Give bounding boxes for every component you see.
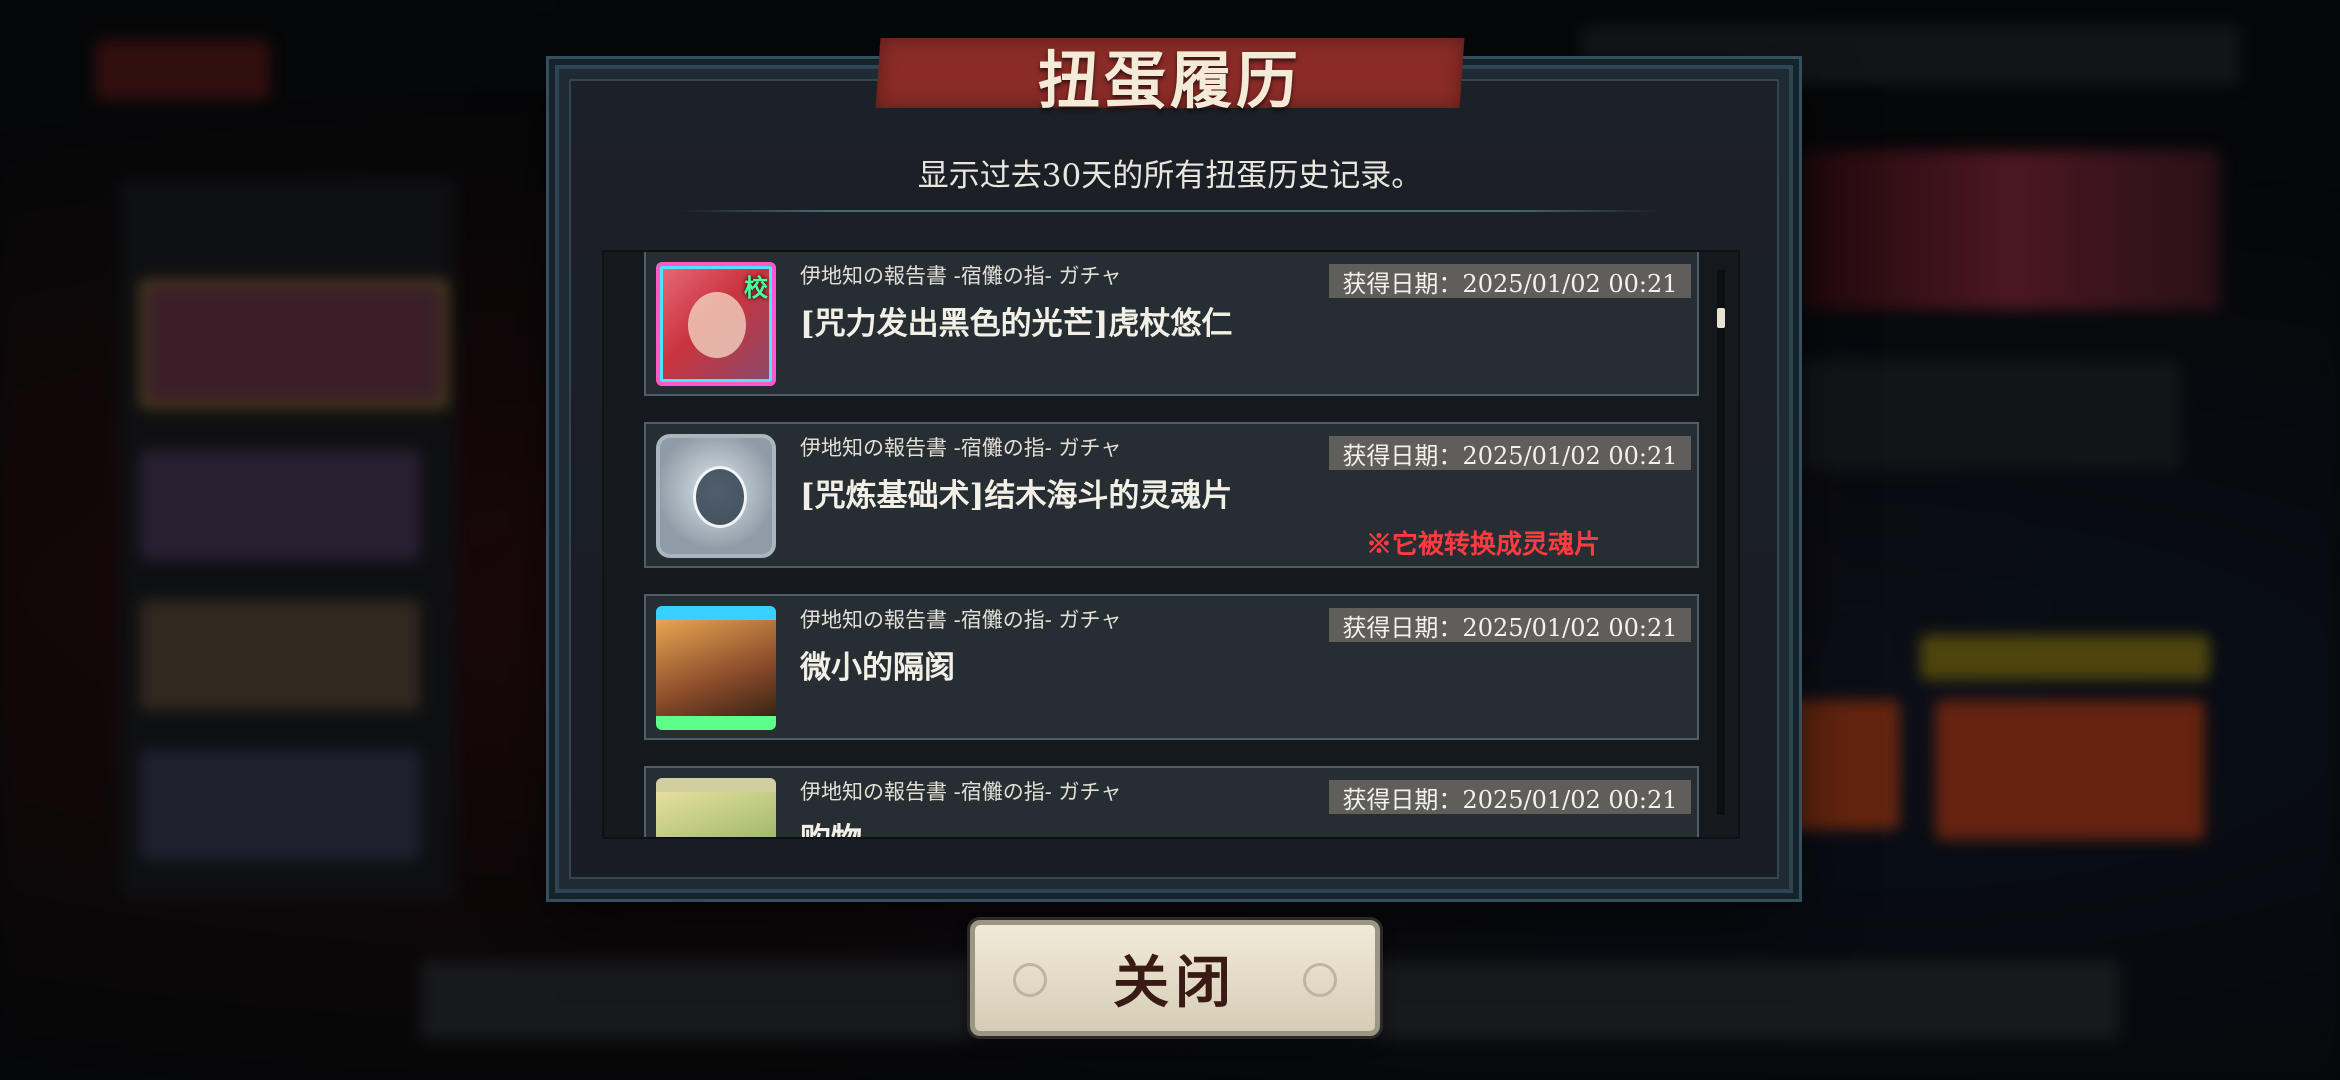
history-row[interactable]: 伊地知の報告書 -宿儺の指- ガチャ 微小的隔阂 获得日期：2025/01/02…	[644, 594, 1699, 740]
character-portrait	[688, 292, 746, 358]
character-card-thumbnail: 校	[656, 262, 776, 386]
memory-card-thumbnail	[656, 606, 776, 730]
grade-badge: 校	[744, 273, 768, 302]
item-name: [咒炼基础术]结木海斗的灵魂片	[800, 478, 1233, 514]
item-name: 购物	[800, 814, 862, 837]
close-button-label: 关闭	[1113, 949, 1237, 1016]
obtained-date: 获得日期：2025/01/02 00:21	[1329, 608, 1691, 642]
conversion-note: ※它被转换成灵魂片	[1366, 530, 1601, 560]
history-list[interactable]: 校 伊地知の報告書 -宿儺の指- ガチャ [咒力发出黑色的光芒]虎杖悠仁 获得日…	[602, 250, 1740, 839]
obtained-date: 获得日期：2025/01/02 00:21	[1329, 436, 1691, 470]
button-ornament	[1303, 963, 1337, 997]
gacha-source: 伊地知の報告書 -宿儺の指- ガチャ	[800, 436, 1122, 460]
memory-card-thumbnail	[656, 778, 776, 837]
item-name: [咒力发出黑色的光芒]虎杖悠仁	[800, 306, 1233, 342]
soul-fragment-thumbnail	[656, 434, 776, 558]
character-portrait	[693, 466, 747, 528]
dialog-subtitle: 显示过去30天的所有扭蛋历史记录。	[917, 158, 1423, 194]
gacha-source: 伊地知の報告書 -宿儺の指- ガチャ	[800, 780, 1122, 804]
dialog-title: 扭蛋履历	[1037, 44, 1302, 117]
gacha-source: 伊地知の報告書 -宿儺の指- ガチャ	[800, 264, 1122, 288]
obtained-date: 获得日期：2025/01/02 00:21	[1329, 264, 1691, 298]
history-row[interactable]: 校 伊地知の報告書 -宿儺の指- ガチャ [咒力发出黑色的光芒]虎杖悠仁 获得日…	[644, 252, 1699, 396]
history-row[interactable]: 伊地知の報告書 -宿儺の指- ガチャ [咒炼基础术]结木海斗的灵魂片 获得日期：…	[644, 422, 1699, 568]
item-name: 微小的隔阂	[800, 650, 955, 686]
obtained-date: 获得日期：2025/01/02 00:21	[1329, 780, 1691, 814]
history-row[interactable]: 伊地知の報告書 -宿儺の指- ガチャ 购物 获得日期：2025/01/02 00…	[644, 766, 1699, 837]
gacha-source: 伊地知の報告書 -宿儺の指- ガチャ	[800, 608, 1122, 632]
divider	[680, 210, 1660, 212]
scrollbar-thumb[interactable]	[1717, 308, 1725, 328]
button-ornament	[1013, 963, 1047, 997]
scrollbar-track[interactable]	[1717, 270, 1725, 815]
close-button[interactable]: 关闭	[970, 920, 1380, 1036]
